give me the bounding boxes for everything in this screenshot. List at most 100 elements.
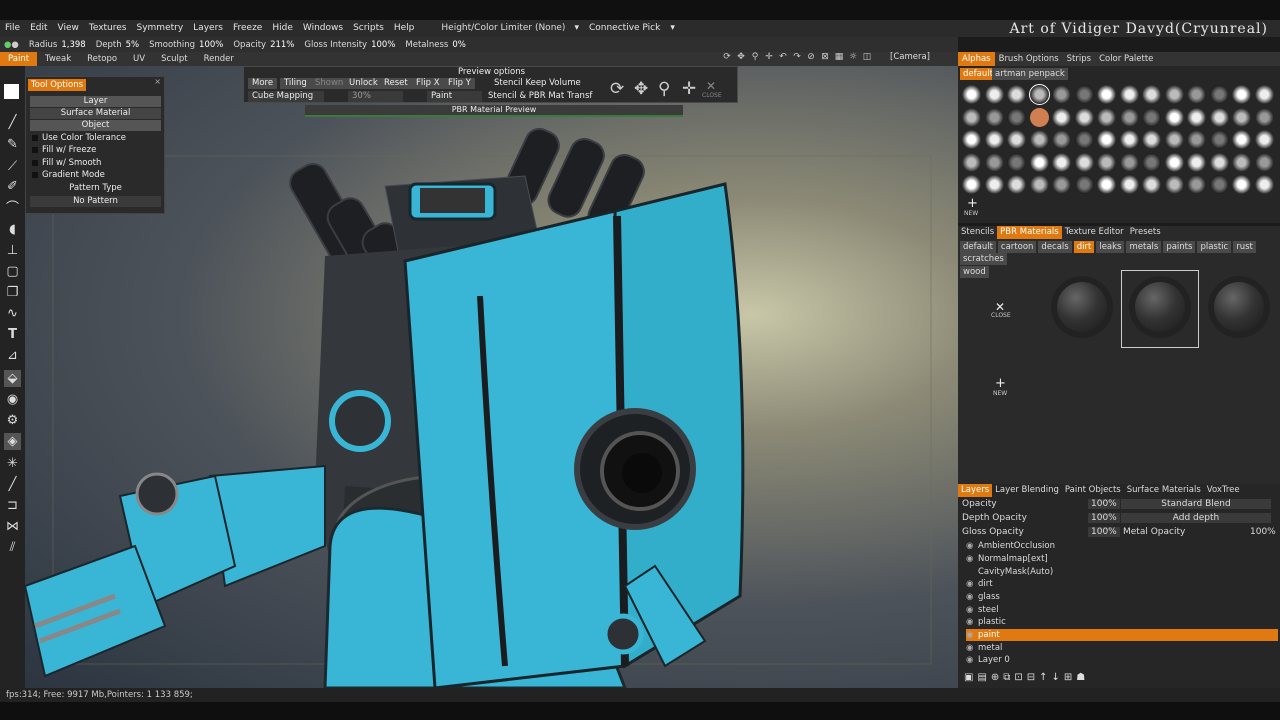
alpha-thumbnail[interactable] [1052, 85, 1071, 104]
alpha-thumbnail[interactable] [1209, 175, 1229, 194]
alpha-thumbnail[interactable] [1232, 107, 1251, 127]
alpha-thumbnail[interactable] [1052, 107, 1071, 127]
alpha-thumbnail[interactable] [1007, 130, 1026, 149]
pbr-set-dirt[interactable]: dirt [1073, 241, 1095, 253]
menu-windows[interactable]: Windows [298, 20, 348, 37]
alpha-thumbnail[interactable] [1254, 107, 1274, 127]
alpha-thumbnail[interactable] [962, 152, 981, 172]
alpha-thumbnail[interactable] [1097, 107, 1116, 127]
plus-icon[interactable]: + [995, 376, 1006, 391]
alpha-thumbnail[interactable] [984, 107, 1004, 127]
alpha-thumbnail[interactable] [1209, 85, 1229, 104]
bucket-icon[interactable]: ◖ [4, 221, 21, 238]
tab-voxtree[interactable]: VoxTree [1204, 484, 1243, 497]
alpha-thumbnail[interactable] [1074, 107, 1094, 127]
gear-icon[interactable]: ⚙ [4, 412, 21, 429]
move-icon[interactable]: ✥ [634, 79, 648, 99]
rotate-icon[interactable]: ⟳ [720, 52, 734, 62]
stamp-icon[interactable]: ⊥ [4, 242, 21, 259]
metalness-param[interactable]: Metalness 0% [405, 40, 465, 50]
alpha-thumbnail[interactable] [1232, 152, 1251, 172]
alpha-thumbnail[interactable] [1142, 152, 1161, 172]
alpha-thumbnail[interactable] [1007, 152, 1026, 172]
reset-button[interactable]: Reset [380, 78, 412, 89]
stencil-keep-volume-dropdown[interactable]: Stencil Keep Volume [490, 78, 585, 89]
pbr-set-rust[interactable]: rust [1233, 241, 1256, 253]
height-limiter-dropdown[interactable]: Height/Color Limiter (None) [437, 20, 569, 37]
tab-paint[interactable]: Paint [0, 52, 38, 66]
alpha-set-default[interactable]: default [960, 68, 996, 80]
menu-file[interactable]: File [0, 20, 25, 37]
dirt-material-sphere-3[interactable] [1208, 276, 1270, 338]
scrape-icon[interactable]: ⊐ [4, 497, 21, 514]
alpha-thumbnail[interactable] [1232, 85, 1251, 104]
alpha-thumbnail[interactable] [1074, 175, 1094, 194]
dirt-material-sphere-2[interactable] [1129, 276, 1191, 338]
layer-row[interactable]: ◉ Normalmap[ext] [966, 553, 1278, 565]
use-color-tolerance-checkbox[interactable]: Use Color Tolerance [32, 133, 126, 144]
tiling-button[interactable]: Tiling [280, 78, 311, 89]
alpha-thumbnail[interactable] [1164, 85, 1184, 104]
gloss-opacity-value[interactable]: 100% [1088, 527, 1120, 537]
pbr-set-plastic[interactable]: plastic [1197, 241, 1232, 253]
close-icon[interactable]: × [154, 77, 161, 86]
alpha-thumbnail[interactable] [984, 152, 1004, 172]
tab-layer-blending[interactable]: Layer Blending [992, 484, 1062, 497]
pattern-dropdown[interactable]: No Pattern [30, 196, 161, 207]
alpha-thumbnail[interactable] [1029, 175, 1049, 194]
layer-row[interactable]: ◉ Layer 0 [966, 654, 1278, 666]
alpha-thumbnail[interactable] [1007, 85, 1026, 104]
paint-dropdown[interactable]: Paint [427, 91, 482, 102]
menu-hide[interactable]: Hide [267, 20, 298, 37]
radius-param[interactable]: Radius 1,398 [29, 40, 86, 50]
alpha-thumbnail[interactable] [1142, 130, 1161, 149]
menu-textures[interactable]: Textures [84, 20, 132, 37]
alpha-thumbnail[interactable] [1074, 130, 1094, 149]
pbr-set-leaks[interactable]: leaks [1096, 241, 1125, 253]
layer-row[interactable]: ◉ glass [966, 591, 1278, 603]
new-material-label[interactable]: NEW [993, 390, 1007, 397]
menu-help[interactable]: Help [389, 20, 420, 37]
brush-icon[interactable]: ╱ [4, 114, 21, 131]
alpha-thumbnail[interactable] [1187, 107, 1206, 127]
menu-edit[interactable]: Edit [25, 20, 52, 37]
fill-icon[interactable]: ⬙ [4, 370, 21, 387]
pbr-set-scratches[interactable]: scratches [960, 253, 1007, 265]
grid-icon[interactable]: ▦ [832, 52, 846, 62]
shown-button[interactable]: Shown [311, 78, 348, 89]
alpha-thumbnail[interactable] [1119, 85, 1139, 104]
tab-color-palette[interactable]: Color Palette [1095, 52, 1157, 66]
metal-opacity-value[interactable]: 100% [1250, 527, 1276, 537]
alpha-thumbnail[interactable] [1232, 175, 1251, 194]
tab-render[interactable]: Render [196, 52, 242, 66]
pick-mode-dropdown[interactable]: Connective Pick [584, 20, 665, 37]
alpha-thumbnail[interactable] [1097, 175, 1116, 194]
alpha-thumbnail[interactable] [1052, 175, 1071, 194]
menu-symmetry[interactable]: Symmetry [132, 20, 189, 37]
alpha-thumbnail[interactable] [984, 130, 1004, 149]
alpha-thumbnail[interactable] [1074, 85, 1094, 104]
layer-row[interactable]: ◉ plastic [966, 616, 1278, 628]
alpha-thumbnail[interactable] [1187, 130, 1206, 149]
alpha-thumbnail[interactable] [984, 85, 1004, 104]
layer-row[interactable]: CavityMask(Auto) [966, 566, 1278, 578]
line-icon[interactable]: ╱ [4, 476, 21, 493]
alpha-thumbnail[interactable] [1209, 152, 1229, 172]
tab-uv[interactable]: UV [125, 52, 153, 66]
alpha-thumbnail[interactable] [1097, 152, 1116, 172]
pen-icon[interactable]: ✎ [4, 136, 21, 153]
gradient-mode-checkbox[interactable]: Gradient Mode [32, 170, 105, 181]
alpha-thumbnail[interactable] [962, 107, 981, 127]
menu-freeze[interactable]: Freeze [228, 20, 267, 37]
rotate-icon[interactable]: ⟳ [610, 79, 624, 99]
alpha-thumbnail[interactable] [962, 175, 981, 194]
alpha-thumbnail[interactable] [1097, 85, 1116, 104]
menu-layers[interactable]: Layers [188, 20, 228, 37]
alpha-thumbnail[interactable] [962, 130, 981, 149]
gloss-intensity-param[interactable]: Gloss Intensity 100% [304, 40, 395, 50]
alpha-thumbnail[interactable] [1074, 152, 1094, 172]
alpha-thumbnail[interactable] [1142, 175, 1161, 194]
alpha-thumbnail[interactable] [984, 175, 1004, 194]
tab-paint-objects[interactable]: Paint Objects [1062, 484, 1124, 497]
alpha-thumbnail[interactable] [1164, 107, 1184, 127]
